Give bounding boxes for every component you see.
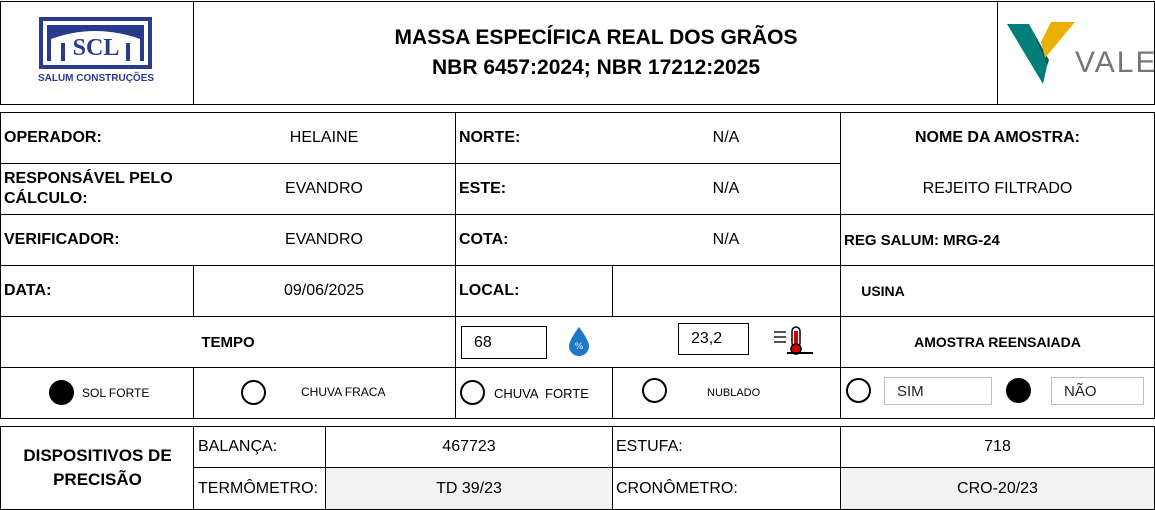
local-label: LOCAL: — [459, 282, 520, 299]
verificador-label: VERIFICADOR: — [4, 231, 120, 248]
thermometer-icon — [773, 325, 815, 355]
operador-label: OPERADOR: — [4, 129, 102, 146]
norte-value: N/A — [712, 129, 740, 146]
balanca-label: BALANÇA: — [198, 438, 278, 455]
responsavel-label: RESPONSÁVEL PELO CÁLCULO: — [4, 170, 173, 207]
title-line-1: MASSA ESPECÍFICA REAL DOS GRÃOS — [394, 26, 798, 49]
cota-value: N/A — [712, 231, 740, 248]
weather-label-chuva-fraca: CHUVA FRACA — [301, 385, 386, 399]
operador-value: HELAINE — [289, 129, 359, 146]
scl-logo-text: SCL — [72, 35, 120, 61]
dispositivos-title: DISPOSITIVOS DE PRECISÃO — [23, 446, 172, 489]
termometro-value: TD 39/23 — [436, 480, 502, 497]
weather-label-nublado: NUBLADO — [707, 387, 761, 399]
responsavel-value: EVANDRO — [285, 180, 363, 197]
local-value: USINA — [861, 283, 905, 299]
humidity-drop-icon: % — [567, 326, 591, 356]
amostra-reensaiada-label: AMOSTRA REENSAIADA — [914, 334, 1081, 350]
scl-logo-subtitle: SALUM CONSTRUÇÕES — [37, 73, 155, 84]
reensaio-radio-nao[interactable] — [1006, 378, 1031, 403]
humidity-value: 68 — [474, 333, 492, 351]
cota-label: COTA: — [459, 231, 509, 248]
svg-text:%: % — [575, 342, 584, 352]
humidity-input[interactable]: 68 — [461, 326, 547, 359]
weather-label-sol-forte: SOL FORTE — [82, 386, 150, 400]
estufa-value: 718 — [984, 438, 1011, 455]
cronometro-label: CRONÔMETRO: — [616, 480, 738, 497]
cronometro-value: CRO-20/23 — [957, 480, 1038, 497]
norte-label: NORTE: — [459, 129, 521, 146]
vale-logo: VALE — [1005, 18, 1155, 88]
weather-radio-nublado[interactable] — [642, 378, 667, 403]
reensaio-box-sim: SIM — [884, 377, 992, 405]
balanca-value: 467723 — [442, 438, 496, 455]
title-line-2: NBR 6457:2024; NBR 17212:2025 — [431, 56, 761, 79]
reensaio-label-sim: SIM — [897, 382, 924, 400]
vale-logo-text: VALE — [1075, 46, 1155, 79]
termometro-label: TERMÔMETRO: — [198, 480, 318, 497]
temperature-value: 23,2 — [691, 330, 723, 347]
weather-radio-chuva-fraca[interactable] — [241, 380, 266, 405]
reensaio-radio-sim[interactable] — [846, 378, 871, 403]
tempo-label: TEMPO — [201, 333, 255, 351]
reg-salum: REG SALUM: MRG-24 — [844, 231, 1000, 249]
data-label: DATA: — [4, 282, 52, 299]
weather-label-chuva-forte: CHUVA FORTE — [494, 385, 589, 401]
scl-logo: SCL SALUM CONSTRUÇÕES — [37, 17, 155, 87]
data-value: 09/06/2025 — [283, 282, 365, 299]
page-title: MASSA ESPECÍFICA REAL DOS GRÃOS NBR 6457… — [195, 2, 997, 104]
reensaio-box-nao: NÃO — [1051, 377, 1144, 405]
temperature-input[interactable]: 23,2 — [678, 323, 749, 355]
weather-radio-sol-forte[interactable] — [49, 380, 74, 405]
reensaio-label-nao: NÃO — [1064, 382, 1097, 400]
verificador-value: EVANDRO — [285, 231, 363, 248]
estufa-label: ESTUFA: — [616, 438, 683, 455]
este-label: ESTE: — [459, 180, 507, 197]
nome-amostra-value: REJEITO FILTRADO — [922, 180, 1073, 197]
este-value: N/A — [712, 180, 740, 197]
nome-amostra-label: NOME DA AMOSTRA: — [914, 129, 1081, 146]
weather-radio-chuva-forte[interactable] — [460, 380, 485, 405]
